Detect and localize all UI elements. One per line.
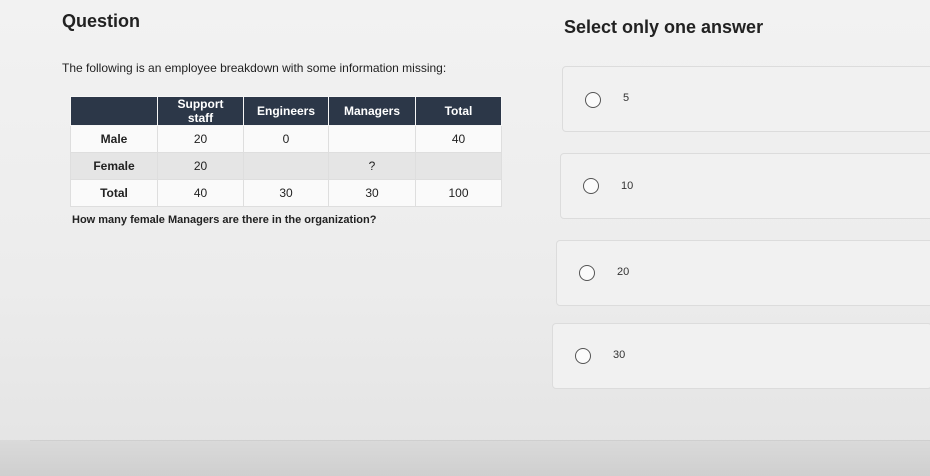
table-row-female: Female 20 ? — [70, 152, 502, 180]
table-header-total: Total — [415, 96, 502, 126]
table-cell: 100 — [415, 179, 502, 207]
table-cell: 20 — [157, 125, 244, 153]
table-header-engineers: Engineers — [243, 96, 329, 126]
employee-breakdown-table: Support staff Engineers Managers Total M… — [70, 96, 502, 207]
table-row-male: Male 20 0 40 — [70, 125, 502, 153]
table-cell: 30 — [328, 179, 416, 207]
table-cell: 40 — [415, 125, 502, 153]
radio-button-icon[interactable] — [585, 92, 601, 108]
radio-button-icon[interactable] — [579, 265, 595, 281]
table-header-corner — [70, 96, 158, 126]
answer-option-10[interactable]: 10 — [560, 153, 930, 219]
radio-button-icon[interactable] — [583, 178, 599, 194]
table-cell: Female — [70, 152, 158, 180]
table-cell — [415, 152, 502, 180]
table-header-managers: Managers — [328, 96, 416, 126]
question-panel: Question The following is an employee br… — [0, 0, 540, 440]
answer-option-label: 20 — [617, 266, 630, 278]
radio-button-icon[interactable] — [575, 348, 591, 364]
question-intro: The following is an employee breakdown w… — [62, 61, 447, 75]
answer-option-label: 10 — [621, 180, 634, 192]
table-cell: Male — [70, 125, 158, 153]
answer-option-label: 5 — [623, 92, 630, 104]
answer-option-5[interactable]: 5 — [562, 66, 930, 132]
table-cell — [328, 125, 416, 153]
answers-title: Select only one answer — [564, 17, 764, 37]
footer-divider — [30, 440, 930, 441]
answer-option-label: 30 — [613, 349, 626, 361]
question-prompt: How many female Managers are there in th… — [72, 214, 377, 226]
table-header-support-staff: Support staff — [157, 96, 244, 126]
table-cell: 20 — [157, 152, 244, 180]
table-cell: Total — [70, 179, 158, 207]
table-cell: 30 — [243, 179, 329, 207]
question-title: Question — [62, 11, 141, 31]
table-cell-missing: ? — [328, 152, 416, 180]
table-header-row: Support staff Engineers Managers Total — [70, 96, 502, 126]
answer-option-30[interactable]: 30 — [552, 323, 930, 389]
table-cell: 0 — [243, 125, 329, 153]
table-cell — [243, 152, 329, 180]
answer-option-20[interactable]: 20 — [556, 240, 930, 306]
bottom-shade — [0, 440, 930, 476]
table-row-total: Total 40 30 30 100 — [70, 179, 502, 207]
table-cell: 40 — [157, 179, 244, 207]
